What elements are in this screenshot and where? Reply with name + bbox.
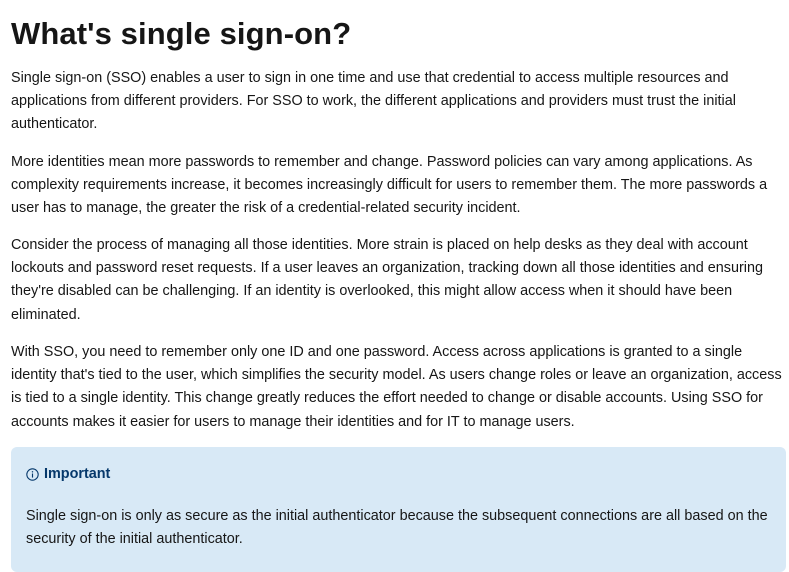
info-icon [26,467,39,481]
paragraph-identity-management: Consider the process of managing all tho… [11,237,763,323]
page-title: What's single sign-on? [11,16,352,51]
paragraph-sso-benefits: With SSO, you need to remember only one … [11,344,782,430]
alert-header: Important [26,464,770,484]
article: What's single sign-on? Single sign-on (S… [0,0,789,572]
alert-title: Important [44,466,111,482]
paragraph-sso-intro: Single sign-on (SSO) enables a user to s… [11,70,736,133]
alert-body: Single sign-on is only as secure as the … [26,508,768,548]
paragraph-password-burden: More identities mean more passwords to r… [11,154,768,217]
important-alert: Important Single sign-on is only as secu… [11,447,786,572]
